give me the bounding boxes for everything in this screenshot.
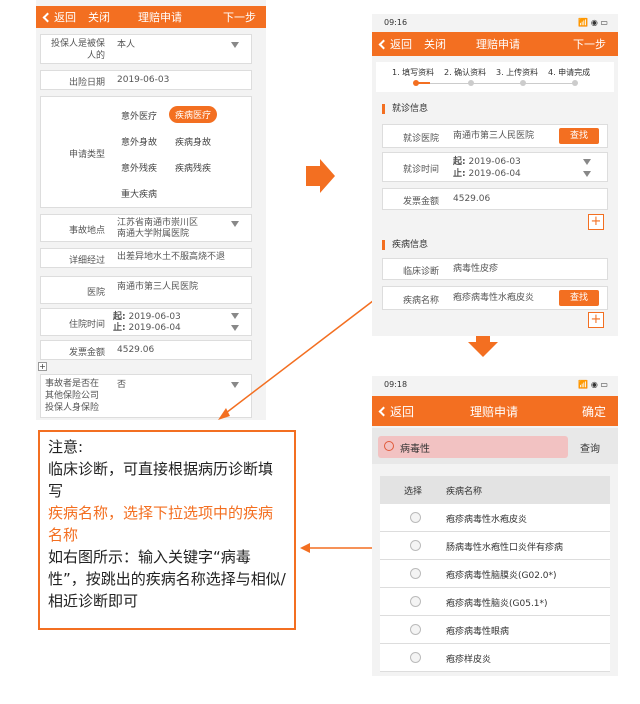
step-dot-active	[413, 80, 419, 86]
disease-name-row[interactable]: 疾病名称 疱疹病毒性水疱皮炎 查找	[382, 286, 608, 310]
dropdown-arrow-icon	[583, 171, 591, 177]
nav-title: 理赔申请	[470, 404, 519, 419]
find-disease-button[interactable]: 查找	[559, 290, 599, 306]
back-button[interactable]: 返回	[378, 36, 412, 52]
progress-track	[416, 83, 576, 84]
table-row[interactable]: 疱疹病毒性脑炎(G05.1*)	[380, 588, 610, 616]
search-icon	[384, 441, 394, 451]
status-bar: 09:16 📶 ◉ ▭	[384, 18, 608, 27]
radio-button[interactable]	[410, 624, 421, 635]
search-input-text: 病毒性	[400, 444, 430, 455]
table-header: 选择 疾病名称	[380, 476, 610, 504]
radio-button[interactable]	[410, 512, 421, 523]
status-bar: 09:18 📶 ◉ ▭	[384, 380, 608, 389]
progress-steps: 1. 填写资料 2. 确认资料 3. 上传资料 4. 申请完成	[376, 62, 614, 92]
arrowhead-icon	[218, 408, 230, 420]
visit-section-title: 就诊信息	[382, 104, 428, 114]
step-dot	[572, 80, 578, 86]
find-hospital-button[interactable]: 查找	[559, 128, 599, 144]
table-row[interactable]: 疱疹样皮炎	[380, 644, 610, 672]
diagnosis-row[interactable]: 临床诊断 病毒性皮疹	[382, 258, 608, 280]
right-arrow-icon	[306, 159, 335, 193]
radio-button[interactable]	[410, 652, 421, 663]
search-input[interactable]: 病毒性	[378, 436, 568, 458]
top-right-nav-bar: 返回 关闭 理赔申请 下一步	[372, 32, 618, 56]
visit-time-row[interactable]: 就诊时间 起: 2019-06-03 止: 2019-06-04	[382, 152, 608, 182]
back-button[interactable]: 返回	[378, 403, 414, 420]
add-disease-button[interactable]: +	[588, 312, 604, 328]
radio-button[interactable]	[410, 568, 421, 579]
chevron-left-icon	[378, 406, 389, 416]
query-button[interactable]: 查询	[580, 440, 600, 455]
table-row[interactable]: 疱疹病毒性脑膜炎(G02.0*)	[380, 560, 610, 588]
bottom-right-nav-bar: 返回 理赔申请 确定	[372, 396, 618, 426]
arrowhead-icon	[300, 543, 310, 553]
radio-button[interactable]	[410, 596, 421, 607]
visit-hospital-row[interactable]: 就诊医院 南通市第三人民医院 查找	[382, 124, 608, 148]
disease-section-title: 疾病信息	[382, 240, 428, 250]
table-row[interactable]: 肠病毒性水疱性口炎伴有疹病	[380, 532, 610, 560]
table-row[interactable]: 疱疹病毒性水疱皮炎	[380, 504, 610, 532]
step-dot	[520, 80, 526, 86]
pointer-line-top	[221, 293, 383, 417]
confirm-button[interactable]: 确定	[582, 403, 606, 420]
radio-button[interactable]	[410, 540, 421, 551]
chevron-left-icon	[378, 39, 389, 49]
add-visit-button[interactable]: +	[588, 214, 604, 230]
close-button[interactable]: 关闭	[424, 36, 446, 52]
nav-title: 理赔申请	[476, 38, 520, 51]
dropdown-arrow-icon	[583, 159, 591, 165]
table-row[interactable]: 疱疹病毒性眼病	[380, 616, 610, 644]
step-dot	[468, 80, 474, 86]
visit-invoice-row[interactable]: 发票金额 4529.06	[382, 188, 608, 210]
next-button[interactable]: 下一步	[573, 36, 606, 52]
